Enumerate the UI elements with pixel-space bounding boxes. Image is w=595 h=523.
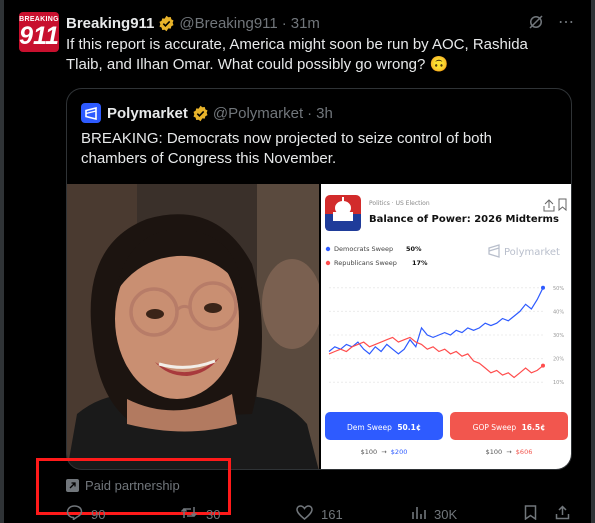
heart-icon — [296, 505, 313, 523]
svg-text:GOP Sweep 16.5¢: GOP Sweep 16.5¢ — [473, 423, 546, 432]
polymarket-logo-icon — [85, 106, 97, 120]
timeline-border-right — [591, 0, 595, 523]
like-count: 161 — [321, 507, 343, 522]
action-bar: 90 30 161 30K — [0, 505, 595, 523]
bookmark-button[interactable] — [524, 505, 545, 523]
more-options-icon[interactable]: ⋯ — [556, 13, 576, 33]
capitol-icon — [325, 195, 361, 231]
chart-y-tick-label: 50% — [553, 286, 564, 292]
quote-timestamp[interactable]: 3h — [316, 105, 333, 122]
repost-icon — [180, 505, 198, 523]
dem-sweep-price: 50.1¢ — [397, 423, 421, 432]
chart-series-republicans — [328, 336, 544, 379]
share-button[interactable] — [555, 505, 578, 523]
share-tweet-icon — [555, 505, 570, 523]
gop-payout-from: $100 — [486, 448, 503, 456]
repost-button[interactable]: 30 — [180, 505, 220, 523]
gop-payout: $100 → $606 — [486, 448, 533, 456]
gop-sweep-label: GOP Sweep — [473, 423, 517, 432]
dem-sweep-label: Dem Sweep — [347, 423, 392, 432]
svg-text:Dem Sweep 50.1¢: Dem Sweep 50.1¢ — [347, 423, 421, 432]
gop-payout-arrow: → — [506, 448, 512, 456]
gop-sweep-button[interactable]: GOP Sweep 16.5¢ — [450, 412, 568, 440]
quote-text: BREAKING: Democrats now projected to sei… — [81, 130, 493, 167]
avatar-logo-number: 911 — [19, 22, 59, 50]
polymarket-watermark-icon — [488, 244, 500, 258]
reply-button[interactable]: 90 — [66, 505, 105, 523]
portrait-illustration — [67, 184, 319, 469]
grok-icon[interactable] — [526, 13, 546, 33]
polymarket-avatar[interactable] — [81, 103, 101, 123]
legend-gop-value: 17% — [412, 259, 428, 267]
legend-dem-value: 50% — [406, 245, 422, 253]
gop-payout-to: $606 — [516, 448, 533, 456]
header-separator: · — [281, 14, 287, 32]
quote-header-separator: · — [307, 104, 313, 122]
verified-badge-icon — [159, 15, 174, 31]
dem-payout: $100 → $200 — [361, 448, 408, 456]
quote-author-name[interactable]: Polymarket — [107, 105, 188, 122]
dem-sweep-button[interactable]: Dem Sweep 50.1¢ — [325, 412, 443, 440]
legend-dem-label: Democrats Sweep — [334, 245, 393, 253]
quote-verified-badge-icon — [193, 105, 208, 121]
card-brand: Polymarket — [504, 247, 560, 258]
polymarket-card[interactable]: Politics · US Election Balance of Power:… — [321, 184, 571, 469]
tweet-header: Breaking911 @Breaking911 · 31m — [66, 13, 320, 33]
author-name[interactable]: Breaking911 — [66, 15, 154, 32]
dem-payout-from: $100 — [361, 448, 378, 456]
author-avatar[interactable]: BREAKING 911 — [19, 12, 59, 52]
chart-endpoint-republicans — [541, 363, 545, 368]
timeline-border-left — [0, 0, 4, 523]
chart-y-tick-label: 40% — [553, 309, 564, 315]
bookmark-card-icon[interactable] — [558, 198, 567, 212]
card-title: Balance of Power: 2026 Midterms — [369, 214, 559, 225]
dem-payout-arrow: → — [381, 448, 387, 456]
share-icon[interactable] — [543, 199, 555, 212]
bookmark-icon — [524, 505, 537, 523]
like-button[interactable]: 161 — [296, 505, 343, 523]
legend-gop-label: Republicans Sweep — [334, 259, 397, 267]
author-handle[interactable]: @Breaking911 — [179, 15, 277, 32]
dem-payout-to: $200 — [391, 448, 408, 456]
quote-photo[interactable] — [67, 184, 319, 469]
legend-dem-dot — [325, 246, 331, 252]
chart-y-tick-label: 10% — [553, 380, 564, 386]
tweet-timestamp[interactable]: 31m — [291, 15, 320, 32]
chart-y-tick-label: 20% — [553, 357, 564, 363]
reply-icon — [66, 505, 83, 523]
card-category: Politics · US Election — [369, 200, 430, 207]
views-icon — [411, 505, 426, 523]
reply-count: 90 — [91, 507, 106, 522]
quote-author-handle[interactable]: @Polymarket — [213, 105, 303, 122]
repost-count: 30 — [206, 507, 221, 522]
views-button[interactable]: 30K — [411, 505, 457, 523]
tweet-text: If this report is accurate, America migh… — [66, 36, 528, 73]
quote-header: Polymarket @Polymarket · 3h — [81, 103, 333, 123]
chart-endpoint-democrats — [541, 285, 545, 290]
legend-gop-dot — [325, 260, 331, 266]
chart-y-tick-label: 30% — [553, 333, 564, 339]
gop-sweep-price: 16.5¢ — [522, 423, 546, 432]
chart-area: 10% 20% 30% 40% 50% — [328, 285, 564, 386]
quoted-tweet[interactable]: Polymarket @Polymarket · 3h BREAKING: De… — [66, 88, 572, 470]
views-count: 30K — [434, 507, 458, 522]
chart-series-democrats — [328, 287, 544, 355]
